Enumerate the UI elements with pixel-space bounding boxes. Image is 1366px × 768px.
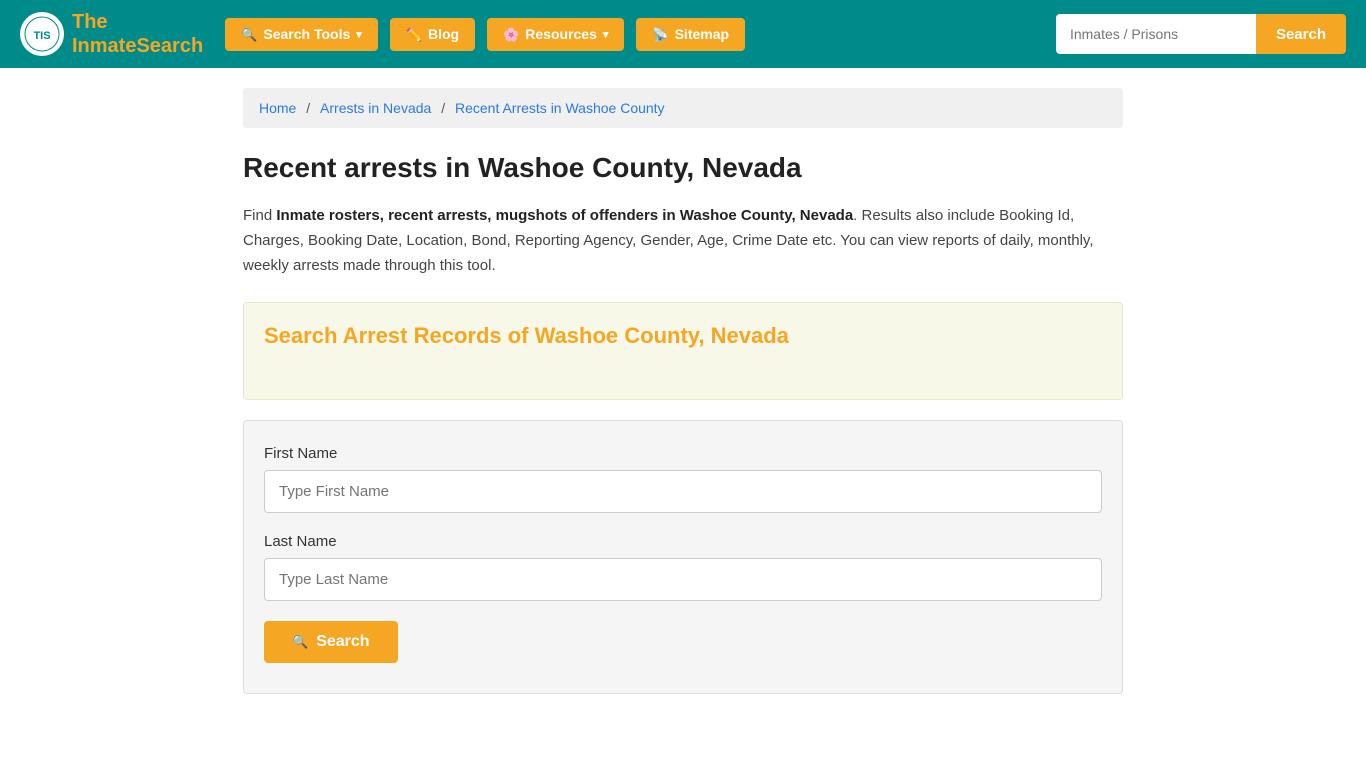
logo-text: The InmateSearch [72, 10, 203, 58]
page-description: Find Inmate rosters, recent arrests, mug… [243, 204, 1123, 278]
search-submit-button[interactable]: Search [264, 621, 398, 663]
logo-icon: TIS [20, 12, 64, 56]
site-header: TIS The InmateSearch Search Tools ▾ Blog… [0, 0, 1366, 68]
sitemap-label: Sitemap [675, 26, 729, 42]
page-title: Recent arrests in Washoe County, Nevada [243, 152, 1123, 184]
site-logo[interactable]: TIS The InmateSearch [20, 10, 203, 58]
breadcrumb: Home / Arrests in Nevada / Recent Arrest… [243, 88, 1123, 128]
description-bold: Inmate rosters, recent arrests, mugshots… [276, 207, 853, 224]
resources-icon [503, 26, 519, 43]
header-search-bar: Search [1056, 14, 1346, 54]
nav-search-tools-button[interactable]: Search Tools ▾ [225, 18, 378, 51]
breadcrumb-current[interactable]: Recent Arrests in Washoe County [455, 100, 665, 116]
search-section-title: Search Arrest Records of Washoe County, … [264, 323, 1102, 349]
resources-label: Resources [525, 26, 597, 42]
search-submit-label: Search [316, 633, 369, 651]
first-name-label: First Name [264, 445, 1102, 462]
search-tools-label: Search Tools [263, 26, 350, 42]
nav-sitemap-button[interactable]: Sitemap [636, 18, 745, 51]
sitemap-icon [652, 26, 668, 43]
nav-resources-button[interactable]: Resources ▾ [487, 18, 624, 51]
first-name-input[interactable] [264, 470, 1102, 513]
last-name-group: Last Name [264, 533, 1102, 601]
search-section: Search Arrest Records of Washoe County, … [243, 302, 1123, 400]
last-name-label: Last Name [264, 533, 1102, 550]
chevron-down-icon-resources: ▾ [603, 28, 609, 41]
main-content: Home / Arrests in Nevada / Recent Arrest… [223, 68, 1143, 734]
breadcrumb-home[interactable]: Home [259, 100, 296, 116]
search-form-container: First Name Last Name Search [243, 420, 1123, 694]
description-find: Find [243, 207, 276, 224]
header-search-button[interactable]: Search [1256, 14, 1346, 54]
header-search-input[interactable] [1056, 14, 1256, 54]
last-name-input[interactable] [264, 558, 1102, 601]
nav-blog-button[interactable]: Blog [390, 18, 475, 51]
blog-label: Blog [428, 26, 459, 42]
search-tools-icon [241, 26, 257, 43]
svg-text:TIS: TIS [33, 30, 50, 42]
breadcrumb-separator-1: / [306, 100, 314, 116]
chevron-down-icon: ▾ [356, 28, 362, 41]
breadcrumb-arrests-nevada[interactable]: Arrests in Nevada [320, 100, 431, 116]
blog-icon [406, 26, 422, 43]
first-name-group: First Name [264, 445, 1102, 513]
search-submit-icon [292, 633, 308, 651]
breadcrumb-separator-2: / [441, 100, 449, 116]
